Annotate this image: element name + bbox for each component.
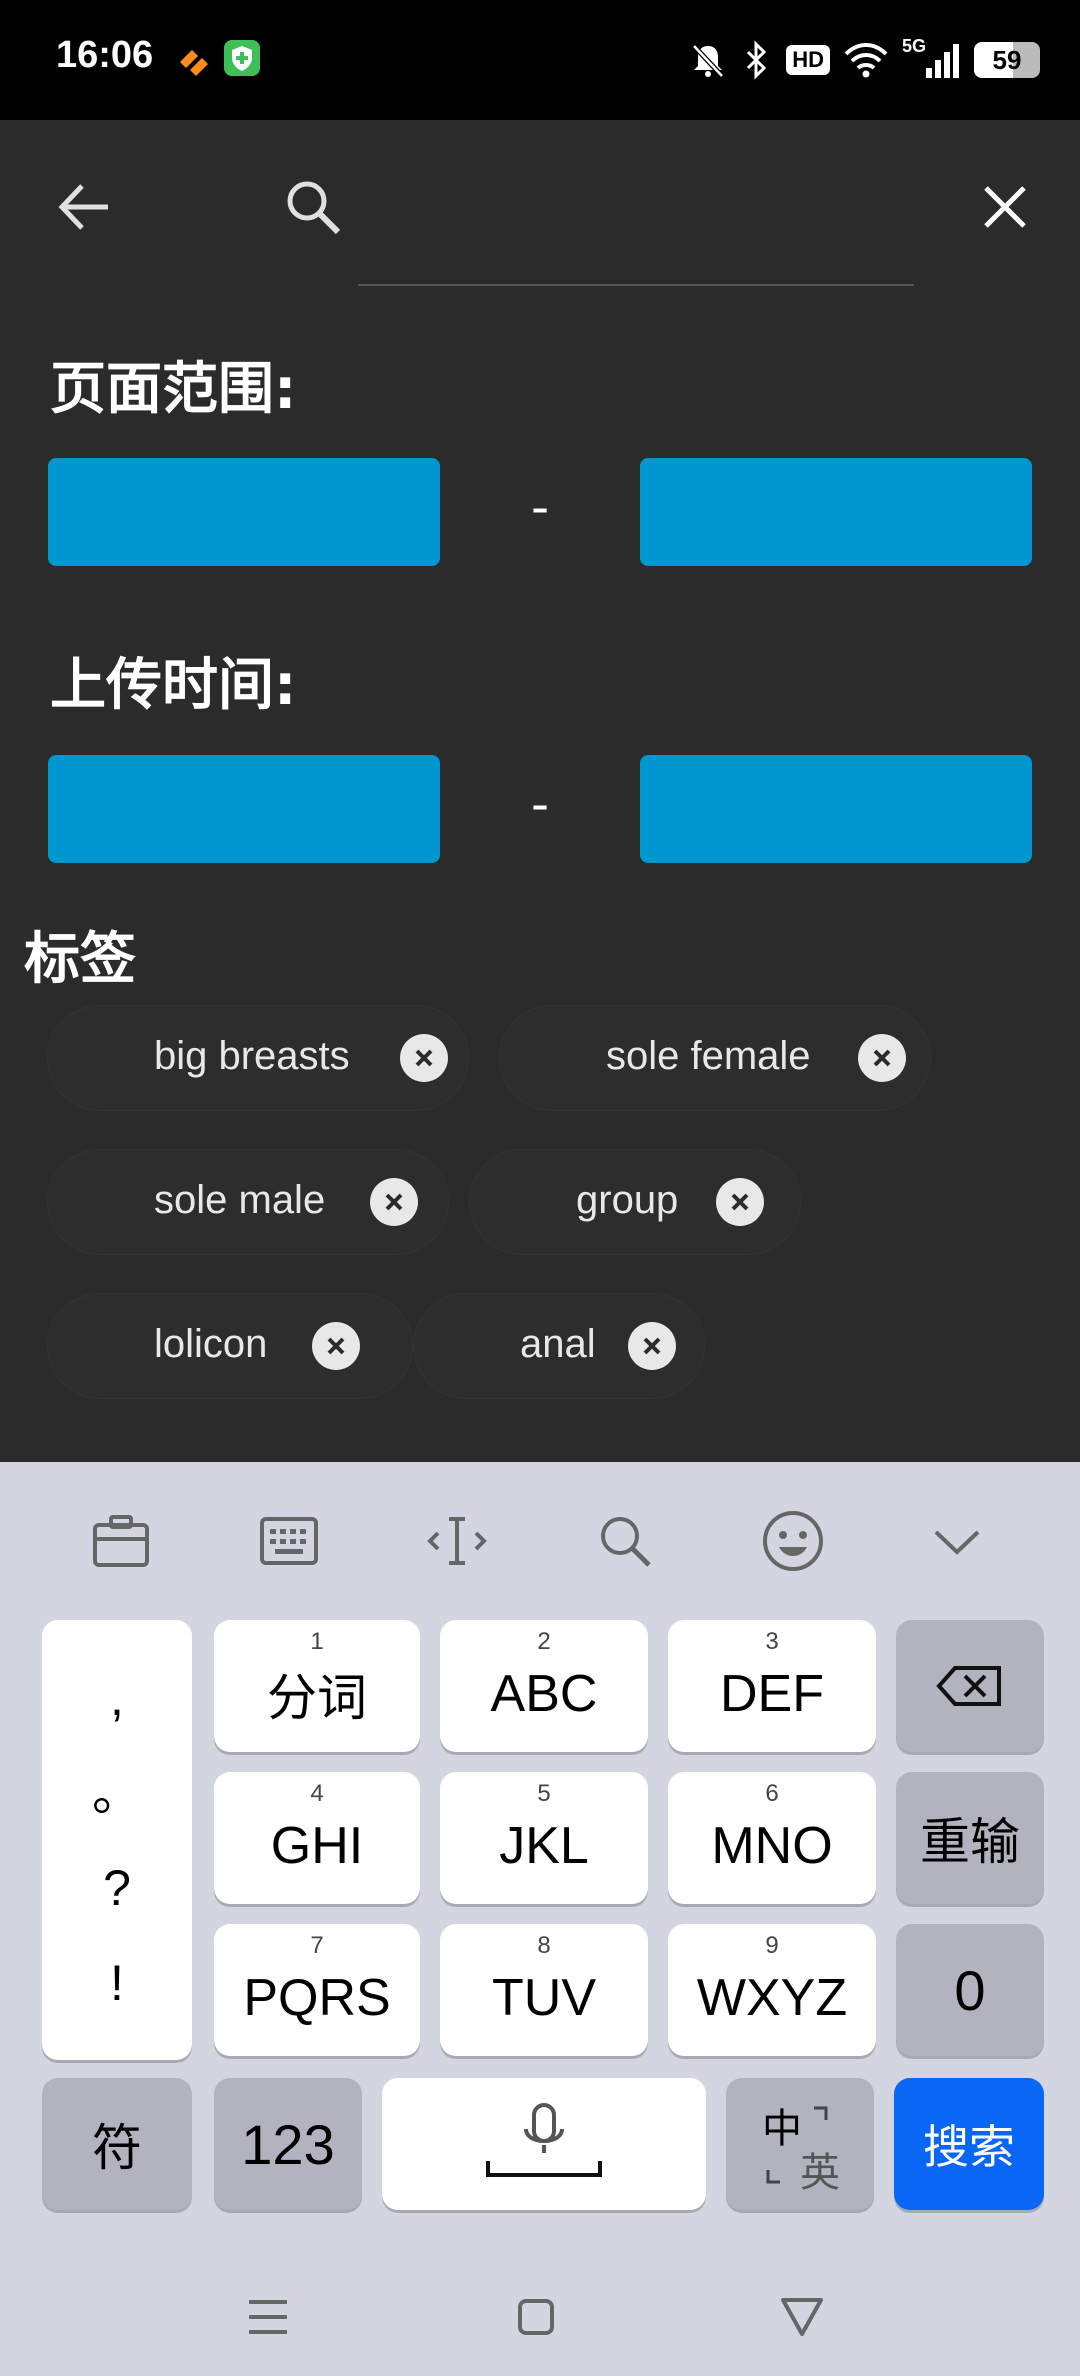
remove-tag-icon[interactable] — [312, 1322, 360, 1370]
search-input[interactable] — [360, 170, 910, 240]
remove-tag-icon[interactable] — [716, 1178, 764, 1226]
back-triangle-icon[interactable] — [772, 2292, 832, 2342]
wifi-icon — [844, 43, 888, 78]
language-switch-key[interactable]: 中 英 — [726, 2078, 874, 2210]
tag-chip[interactable]: anal — [414, 1294, 704, 1398]
chevron-down-icon[interactable] — [914, 1498, 1000, 1584]
punctuation-key[interactable]: , 。 ? ! — [42, 1620, 192, 2060]
signal-icon — [926, 44, 959, 78]
mute-bell-icon — [692, 44, 725, 78]
status-bar: 16:06 HD 5G 59 — [0, 0, 1080, 120]
tag-label: big breasts — [154, 1034, 350, 1078]
battery-indicator: 59 — [974, 42, 1040, 78]
page-range-to-input[interactable] — [640, 458, 1032, 566]
system-nav-bar — [0, 2256, 1080, 2376]
symbol-key[interactable]: 符 — [42, 2078, 192, 2210]
clipboard-icon[interactable] — [78, 1498, 164, 1584]
bluetooth-icon — [747, 40, 767, 80]
tag-chip[interactable]: sole female — [500, 1006, 930, 1110]
back-arrow-icon[interactable] — [50, 172, 120, 242]
reenter-key[interactable]: 重输 — [896, 1772, 1044, 1904]
number-mode-key[interactable]: 123 — [214, 2078, 362, 2210]
key-5[interactable]: 5 JKL — [440, 1772, 648, 1904]
search-toolbar — [0, 120, 1080, 300]
page-range-from-input[interactable] — [48, 458, 440, 566]
remove-tag-icon[interactable] — [370, 1178, 418, 1226]
tag-chip[interactable]: group — [470, 1150, 800, 1254]
tag-chip[interactable]: sole male — [48, 1150, 448, 1254]
upload-time-to-input[interactable] — [640, 755, 1032, 863]
key-3[interactable]: 3 DEF — [668, 1620, 876, 1752]
keyboard-icon[interactable] — [246, 1498, 332, 1584]
punct-comma: , — [110, 1669, 124, 1726]
tags-label: 标签 — [24, 927, 136, 992]
tag-label: sole male — [154, 1178, 326, 1222]
key-8[interactable]: 8 TUV — [440, 1924, 648, 2056]
backspace-icon — [936, 1666, 1001, 1706]
key-0[interactable]: 0 — [896, 1924, 1044, 2056]
key-9[interactable]: 9 WXYZ — [668, 1924, 876, 2056]
search-key[interactable]: 搜索 — [894, 2078, 1044, 2210]
ime-keyboard: , 。 ? ! 1 分词 2 ABC 3 DEF 4 GHI 5 JKL 6 M… — [0, 1462, 1080, 2256]
app-notification-icon — [180, 50, 208, 76]
tag-label: lolicon — [154, 1322, 268, 1366]
tag-chip[interactable]: lolicon — [48, 1294, 412, 1398]
punct-period: 。 — [92, 1764, 142, 1821]
close-icon[interactable] — [970, 172, 1040, 242]
remove-tag-icon[interactable] — [628, 1322, 676, 1370]
hd-badge: HD — [786, 45, 830, 75]
key-2[interactable]: 2 ABC — [440, 1620, 648, 1752]
tag-label: anal — [520, 1322, 596, 1366]
shield-app-icon — [224, 40, 260, 76]
key-6[interactable]: 6 MNO — [668, 1772, 876, 1904]
battery-level: 59 — [992, 44, 1022, 75]
remove-tag-icon[interactable] — [400, 1034, 448, 1082]
remove-tag-icon[interactable] — [858, 1034, 906, 1082]
punct-question: ? — [103, 1859, 131, 1916]
upload-time-from-input[interactable] — [48, 755, 440, 863]
key-1[interactable]: 1 分词 — [214, 1620, 420, 1752]
key-7[interactable]: 7 PQRS — [214, 1924, 420, 2056]
key-4[interactable]: 4 GHI — [214, 1772, 420, 1904]
microphone-icon — [486, 2103, 602, 2177]
page-range-dash: - — [530, 478, 550, 536]
upload-time-dash: - — [530, 775, 550, 833]
search-icon[interactable] — [582, 1498, 668, 1584]
search-underline — [358, 284, 914, 286]
status-time: 16:06 — [56, 34, 154, 76]
emoji-icon[interactable] — [750, 1498, 836, 1584]
home-icon[interactable] — [506, 2292, 566, 2342]
page-range-label: 页面范围: — [50, 357, 297, 422]
network-type: 5G — [901, 35, 926, 56]
tag-label: group — [576, 1178, 679, 1222]
tag-chip[interactable]: big breasts — [48, 1006, 468, 1110]
search-icon — [287, 181, 341, 235]
tag-label: sole female — [606, 1034, 811, 1078]
language-switch-icon — [766, 2106, 828, 2184]
space-key[interactable] — [382, 2078, 706, 2210]
cursor-move-icon[interactable] — [414, 1498, 500, 1584]
upload-time-label: 上传时间: — [50, 653, 297, 718]
punct-exclaim: ! — [110, 1954, 124, 2011]
backspace-key[interactable] — [896, 1620, 1044, 1752]
menu-icon[interactable] — [238, 2292, 298, 2342]
